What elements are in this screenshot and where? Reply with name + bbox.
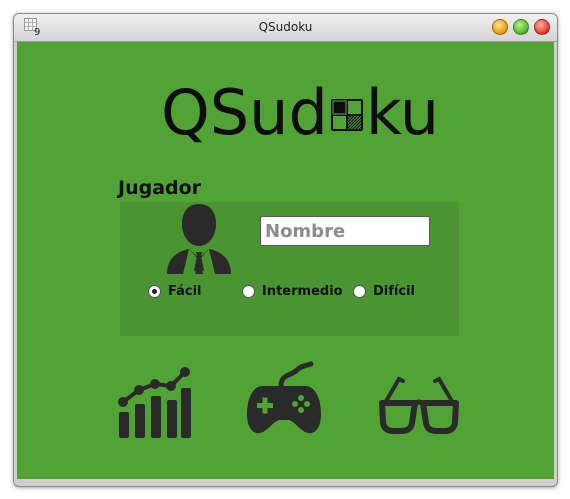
- radio-unchecked-icon: [353, 285, 366, 298]
- main-content: QSud ku Jugador Nombre Fácil Intermedio …: [17, 42, 554, 479]
- sudoku-grid-icon: [330, 99, 363, 131]
- difficulty-easy-label: Fácil: [168, 284, 202, 299]
- radio-unchecked-icon: [242, 285, 255, 298]
- player-name-input[interactable]: [260, 216, 430, 246]
- logo-text-start: QSud: [161, 76, 328, 149]
- title-bar[interactable]: 9 QSudoku: [14, 14, 557, 42]
- close-icon[interactable]: [534, 19, 550, 35]
- gamepad-icon[interactable]: [245, 360, 323, 440]
- logo-text-end: ku: [365, 76, 440, 149]
- app-window: 9 QSudoku QSud ku Jugador Nombre Fácil I…: [13, 13, 558, 487]
- player-panel: Fácil Intermedio Difícil: [120, 202, 459, 336]
- difficulty-medium-label: Intermedio: [262, 284, 343, 299]
- glasses-icon[interactable]: [379, 367, 459, 437]
- difficulty-easy-radio[interactable]: Fácil: [148, 284, 202, 299]
- player-section-label: Jugador: [118, 177, 202, 199]
- radio-checked-icon: [148, 285, 161, 298]
- difficulty-hard-radio[interactable]: Difícil: [353, 284, 415, 299]
- difficulty-medium-radio[interactable]: Intermedio: [242, 284, 343, 299]
- businessman-avatar-icon: [167, 204, 231, 274]
- maximize-icon[interactable]: [513, 19, 529, 35]
- app-logo: QSud ku: [161, 82, 439, 144]
- minimize-icon[interactable]: [492, 19, 508, 35]
- difficulty-hard-label: Difícil: [373, 284, 415, 299]
- window-title: QSudoku: [258, 20, 313, 34]
- statistics-chart-icon[interactable]: [117, 360, 193, 440]
